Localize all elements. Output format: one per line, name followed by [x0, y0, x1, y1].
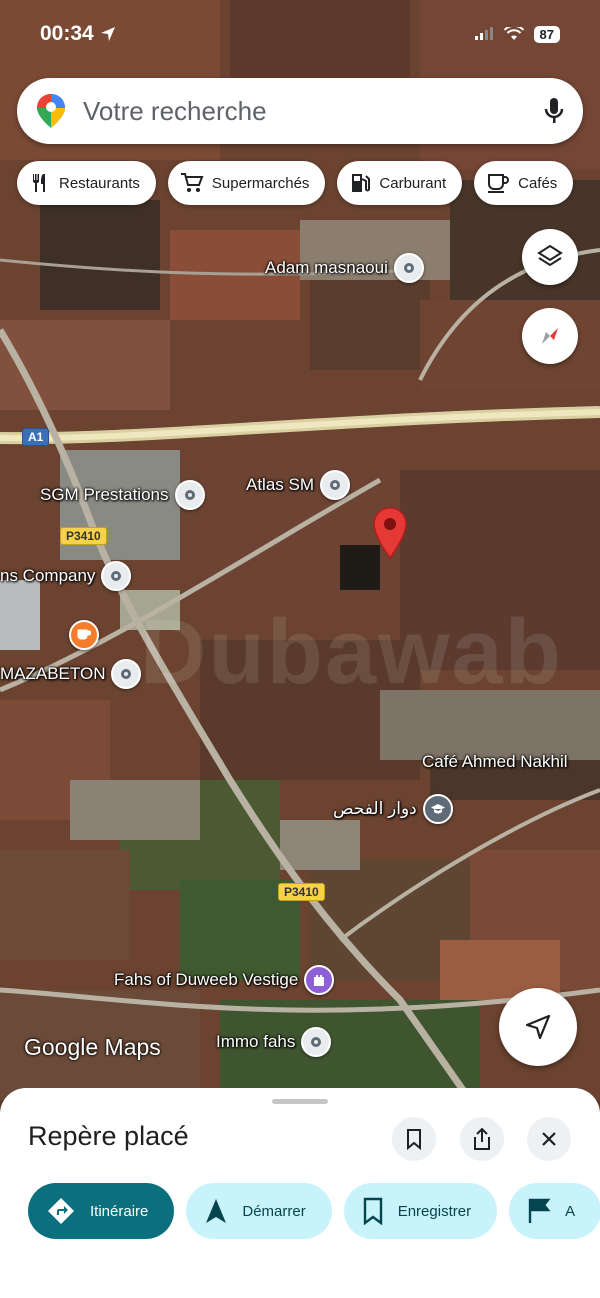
location-pin-icon	[320, 470, 351, 500]
poi-douar-fahs[interactable]: دوار الفحص	[333, 794, 453, 824]
my-location-button[interactable]	[499, 988, 577, 1066]
castle-icon	[304, 965, 335, 995]
poi-mazabeton[interactable]: MAZABETON	[0, 659, 142, 689]
poi-label: Café Ahmed Nakhil	[422, 752, 568, 771]
layers-icon	[537, 244, 563, 267]
action-label: Démarrer	[242, 1202, 306, 1220]
poi-sgm-prestations[interactable]: SGM Prestations	[40, 480, 205, 510]
bookmark-icon	[407, 1129, 421, 1150]
search-bar[interactable]: Votre recherche	[17, 78, 583, 144]
road-badge-p3410: P3410	[278, 883, 325, 901]
poi-cafe-ahmed-nakhil[interactable]: Café Ahmed Nakhil	[422, 752, 568, 772]
poi-company[interactable]: ns Company	[0, 561, 132, 591]
status-bar: 00:34 87	[40, 18, 560, 50]
google-maps-logo: Google Maps	[24, 1034, 161, 1060]
navigation-icon	[206, 1199, 227, 1223]
chip-restaurants[interactable]: Restaurants	[17, 161, 156, 205]
poi-label: Adam masnaoui	[265, 258, 388, 277]
location-pin-icon	[301, 1027, 332, 1057]
poi-label: SGM Prestations	[40, 485, 169, 504]
status-time: 00:34	[40, 22, 116, 46]
road-badge-a1: A1	[22, 428, 50, 446]
flag-icon	[528, 1198, 551, 1223]
start-button[interactable]: Démarrer	[186, 1183, 332, 1239]
poi-immo-fahs[interactable]: Immo fahs	[216, 1027, 332, 1057]
microphone-icon[interactable]	[543, 96, 565, 126]
save-button[interactable]	[392, 1117, 436, 1161]
road-badge-p3410: P3410	[60, 527, 107, 545]
bookmark-icon	[363, 1197, 382, 1225]
location-pin-icon	[111, 659, 142, 689]
google-maps-pin-icon	[37, 94, 65, 128]
compass-icon	[542, 328, 558, 344]
poi-label: MAZABETON	[0, 664, 106, 683]
location-pin-icon	[101, 561, 132, 591]
sheet-title: Repère placé	[28, 1121, 189, 1151]
action-buttons: Itinéraire Démarrer Enregistrer A	[28, 1183, 600, 1239]
battery-level: 87	[533, 25, 560, 43]
location-arrow-icon	[100, 27, 115, 41]
save-action-button[interactable]: Enregistrer	[343, 1183, 498, 1239]
label-button[interactable]: A	[509, 1183, 600, 1239]
action-label: Itinéraire	[90, 1202, 149, 1220]
poi-cafe[interactable]	[69, 620, 99, 650]
chip-supermarches[interactable]: Supermarchés	[167, 161, 326, 205]
compass-button[interactable]	[522, 308, 578, 364]
status-indicators: 87	[474, 25, 560, 43]
close-icon	[542, 1132, 556, 1146]
share-button[interactable]	[460, 1117, 504, 1161]
layers-button[interactable]	[522, 229, 578, 285]
category-chips: Restaurants Supermarchés Carburant Cafés	[17, 161, 574, 205]
bottom-sheet: Repère placé Itinéraire Démarrer Enregis…	[0, 1088, 600, 1298]
chip-cafes[interactable]: Cafés	[474, 161, 574, 205]
location-pin-icon	[393, 253, 424, 283]
poi-label: Immo fahs	[216, 1032, 296, 1051]
chip-carburant[interactable]: Carburant	[337, 161, 463, 205]
graduation-cap-icon	[422, 794, 453, 824]
drag-handle[interactable]	[272, 1099, 328, 1104]
share-icon	[474, 1127, 490, 1150]
poi-label: دوار الفحص	[333, 799, 417, 818]
chip-label: Restaurants	[59, 174, 140, 192]
chip-label: Cafés	[518, 174, 558, 192]
location-pin-icon	[174, 480, 205, 510]
chip-label: Carburant	[379, 174, 447, 192]
chip-label: Supermarchés	[211, 174, 310, 192]
coffee-cup-icon	[69, 620, 99, 650]
dropped-pin-icon[interactable]	[372, 506, 408, 565]
watermark: Dubawab	[140, 601, 563, 703]
poi-label: Fahs of Duweeb Vestige	[114, 970, 299, 989]
fork-knife-icon	[33, 174, 45, 192]
directions-button[interactable]: Itinéraire	[28, 1183, 175, 1239]
poi-fahs-vestige[interactable]: Fahs of Duweeb Vestige	[114, 965, 335, 995]
cart-icon	[180, 173, 204, 192]
poi-label: ns Company	[0, 566, 96, 585]
coffee-cup-icon	[488, 174, 510, 193]
action-label: Enregistrer	[397, 1202, 472, 1220]
action-label: A	[565, 1202, 576, 1220]
close-button[interactable]	[527, 1117, 571, 1161]
poi-atlas-sm[interactable]: Atlas SM	[246, 470, 351, 500]
clock: 00:34	[40, 22, 94, 45]
wifi-icon	[503, 27, 524, 40]
directions-icon	[48, 1198, 74, 1224]
search-input[interactable]: Votre recherche	[83, 96, 543, 127]
poi-adam-masnaoui[interactable]: Adam masnaoui	[265, 253, 424, 283]
poi-label: Atlas SM	[246, 475, 315, 494]
fuel-icon	[352, 174, 371, 192]
signal-icon	[474, 27, 493, 40]
navigation-arrow-icon	[525, 1014, 551, 1040]
